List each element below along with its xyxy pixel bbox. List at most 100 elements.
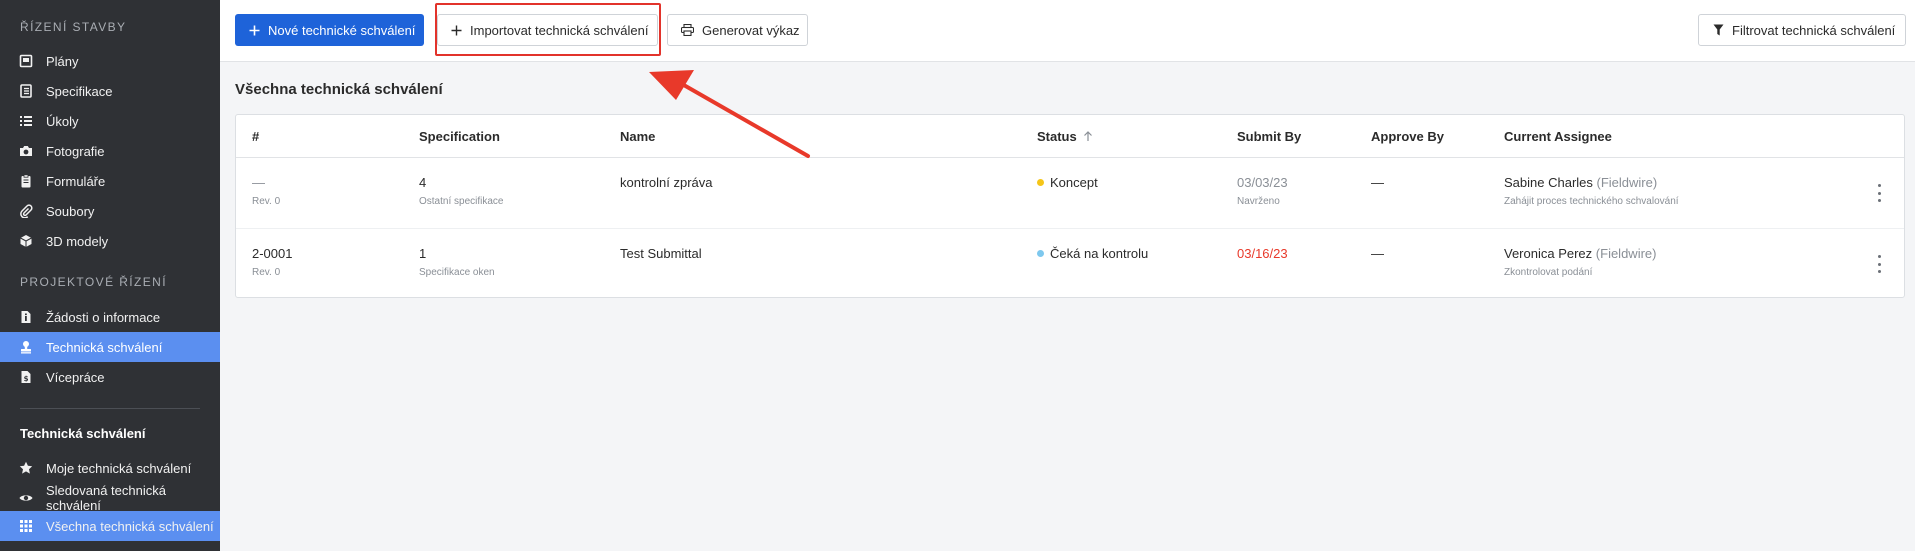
cell-submit-by: 03/03/23 Navrženo: [1237, 175, 1288, 207]
submittal-number: 2-0001: [252, 246, 293, 261]
filter-submittals-button[interactable]: Filtrovat technická schválení: [1698, 14, 1906, 46]
info-doc-icon: [19, 310, 33, 324]
assignee-org: (Fieldwire): [1595, 246, 1657, 261]
cell-specification: 1 Specifikace oken: [419, 246, 495, 278]
sidebar-item-label: Technická schválení: [46, 339, 163, 355]
sidebar-item-change-orders[interactable]: $ Vícepráce: [0, 362, 220, 392]
page-title: Všechna technická schválení: [235, 81, 443, 98]
column-header-specification[interactable]: Specification: [419, 129, 500, 144]
star-icon: [19, 461, 33, 475]
column-header-submit-by[interactable]: Submit By: [1237, 129, 1301, 144]
filter-icon: [1713, 24, 1724, 36]
sidebar-item-label: 3D modely: [46, 233, 109, 249]
assignee-action: Zahájit proces technického schvalování: [1504, 196, 1679, 207]
table-row[interactable]: — Rev. 0 4 Ostatní specifikace kontrolní…: [236, 158, 1904, 228]
sidebar-item-label: Specifikace: [46, 83, 113, 99]
row-menu-icon[interactable]: [1876, 184, 1882, 202]
sidebar-item-label: Vícepráce: [46, 369, 105, 385]
toolbar: Nové technické schválení Importovat tech…: [220, 0, 1915, 62]
sidebar-item-plans[interactable]: Plány: [0, 46, 220, 76]
cell-status: Čeká na kontrolu: [1037, 246, 1148, 261]
status-label: Koncept: [1050, 175, 1098, 190]
sidebar-item-my-submittals[interactable]: Moje technická schválení: [0, 453, 220, 483]
column-header-number[interactable]: #: [252, 129, 259, 144]
sidebar-item-submittals[interactable]: Technická schválení: [0, 332, 220, 362]
spec-name: Specifikace oken: [419, 267, 495, 278]
sidebar-item-label: Soubory: [46, 203, 95, 219]
sidebar-item-label: Sledovaná technická schválení: [46, 483, 166, 513]
camera-icon: [19, 144, 33, 158]
sidebar-item-label: Úkoly: [46, 113, 79, 129]
sidebar-item-all-submittals[interactable]: Všechna technická schválení: [0, 511, 220, 541]
import-submittals-button[interactable]: Importovat technická schválení: [437, 14, 658, 46]
list-icon: [19, 114, 33, 128]
cell-specification: 4 Ostatní specifikace: [419, 175, 503, 207]
cell-number: — Rev. 0: [252, 175, 280, 207]
new-submittal-label: Nové technické schválení: [268, 22, 416, 38]
section-title-construction: ŘÍZENÍ STAVBY: [20, 20, 127, 34]
sidebar-item-label: Plány: [46, 53, 79, 69]
table-header: # Specification Name Status Submit By Ap…: [236, 115, 1904, 158]
cube-icon: [19, 234, 33, 248]
sidebar-item-label: Moje technická schválení: [46, 460, 192, 476]
table-row[interactable]: 2-0001 Rev. 0 1 Specifikace oken Test Su…: [236, 228, 1904, 298]
sidebar-item-label: Fotografie: [46, 143, 105, 159]
submittal-number: —: [252, 175, 265, 190]
sort-ascending-icon: [1083, 131, 1093, 142]
row-menu-icon[interactable]: [1876, 255, 1882, 273]
sidebar-item-photos[interactable]: Fotografie: [0, 136, 220, 166]
eye-icon: [19, 491, 33, 505]
sidebar-item-forms[interactable]: Formuláře: [0, 166, 220, 196]
sidebar-divider: [20, 408, 200, 409]
column-header-status[interactable]: Status: [1037, 129, 1093, 144]
cell-assignee: Sabine Charles (Fieldwire) Zahájit proce…: [1504, 175, 1679, 207]
spec-number: 1: [419, 246, 427, 261]
cell-submit-by: 03/16/23: [1237, 246, 1288, 261]
column-header-name[interactable]: Name: [620, 129, 655, 144]
status-dot-icon: [1037, 250, 1044, 258]
sidebar-item-specs[interactable]: Specifikace: [0, 76, 220, 106]
plus-icon: [249, 25, 260, 36]
new-submittal-button[interactable]: Nové technické schválení: [235, 14, 424, 46]
paperclip-icon: [19, 204, 33, 218]
sidebar: ŘÍZENÍ STAVBY Plány Specifikace Úkoly Fo…: [0, 0, 220, 551]
column-header-status-label: Status: [1037, 129, 1077, 144]
submit-by-note: Navrženo: [1237, 196, 1280, 207]
cell-assignee: Veronica Perez (Fieldwire) Zkontrolovat …: [1504, 246, 1656, 278]
approve-by-date: —: [1371, 246, 1384, 261]
assignee-org: (Fieldwire): [1596, 175, 1658, 190]
generate-report-label: Generovat výkaz: [702, 22, 800, 38]
spec-name: Ostatní specifikace: [419, 196, 504, 207]
column-header-approve-by[interactable]: Approve By: [1371, 129, 1444, 144]
assignee-action: Zkontrolovat podání: [1504, 267, 1593, 278]
sidebar-item-watched-submittals[interactable]: Sledovaná technická schválení: [0, 483, 220, 513]
submit-by-date: 03/03/23: [1237, 175, 1288, 190]
import-submittals-label: Importovat technická schválení: [470, 22, 649, 38]
revision-label: Rev. 0: [252, 267, 281, 278]
spec-number: 4: [419, 175, 427, 190]
notebook-icon: [19, 84, 33, 98]
column-header-current-assignee[interactable]: Current Assignee: [1504, 129, 1612, 144]
cell-number: 2-0001 Rev. 0: [252, 246, 292, 278]
revision-label: Rev. 0: [252, 196, 281, 207]
status-dot-icon: [1037, 179, 1044, 187]
sidebar-item-files[interactable]: Soubory: [0, 196, 220, 226]
generate-report-button[interactable]: Generovat výkaz: [667, 14, 808, 46]
sidebar-item-tasks[interactable]: Úkoly: [0, 106, 220, 136]
submittal-name[interactable]: kontrolní zpráva: [620, 175, 713, 190]
clipboard-icon: [19, 174, 33, 188]
plus-icon: [451, 25, 462, 36]
section-title-submittals: Technická schválení: [20, 426, 146, 441]
sidebar-item-label: Formuláře: [46, 173, 106, 189]
status-label: Čeká na kontrolu: [1050, 246, 1149, 261]
book-icon: [19, 54, 33, 68]
assignee-name: Sabine Charles: [1504, 175, 1593, 190]
grid-icon: [19, 519, 33, 533]
sidebar-item-3d-models[interactable]: 3D modely: [0, 226, 220, 256]
submittal-name[interactable]: Test Submittal: [620, 246, 702, 261]
stamp-icon: [19, 340, 33, 354]
sidebar-item-rfi[interactable]: Žádosti o informace: [0, 302, 220, 332]
filter-submittals-label: Filtrovat technická schválení: [1732, 22, 1896, 38]
approve-by-date: —: [1371, 175, 1384, 190]
cell-status: Koncept: [1037, 175, 1098, 190]
